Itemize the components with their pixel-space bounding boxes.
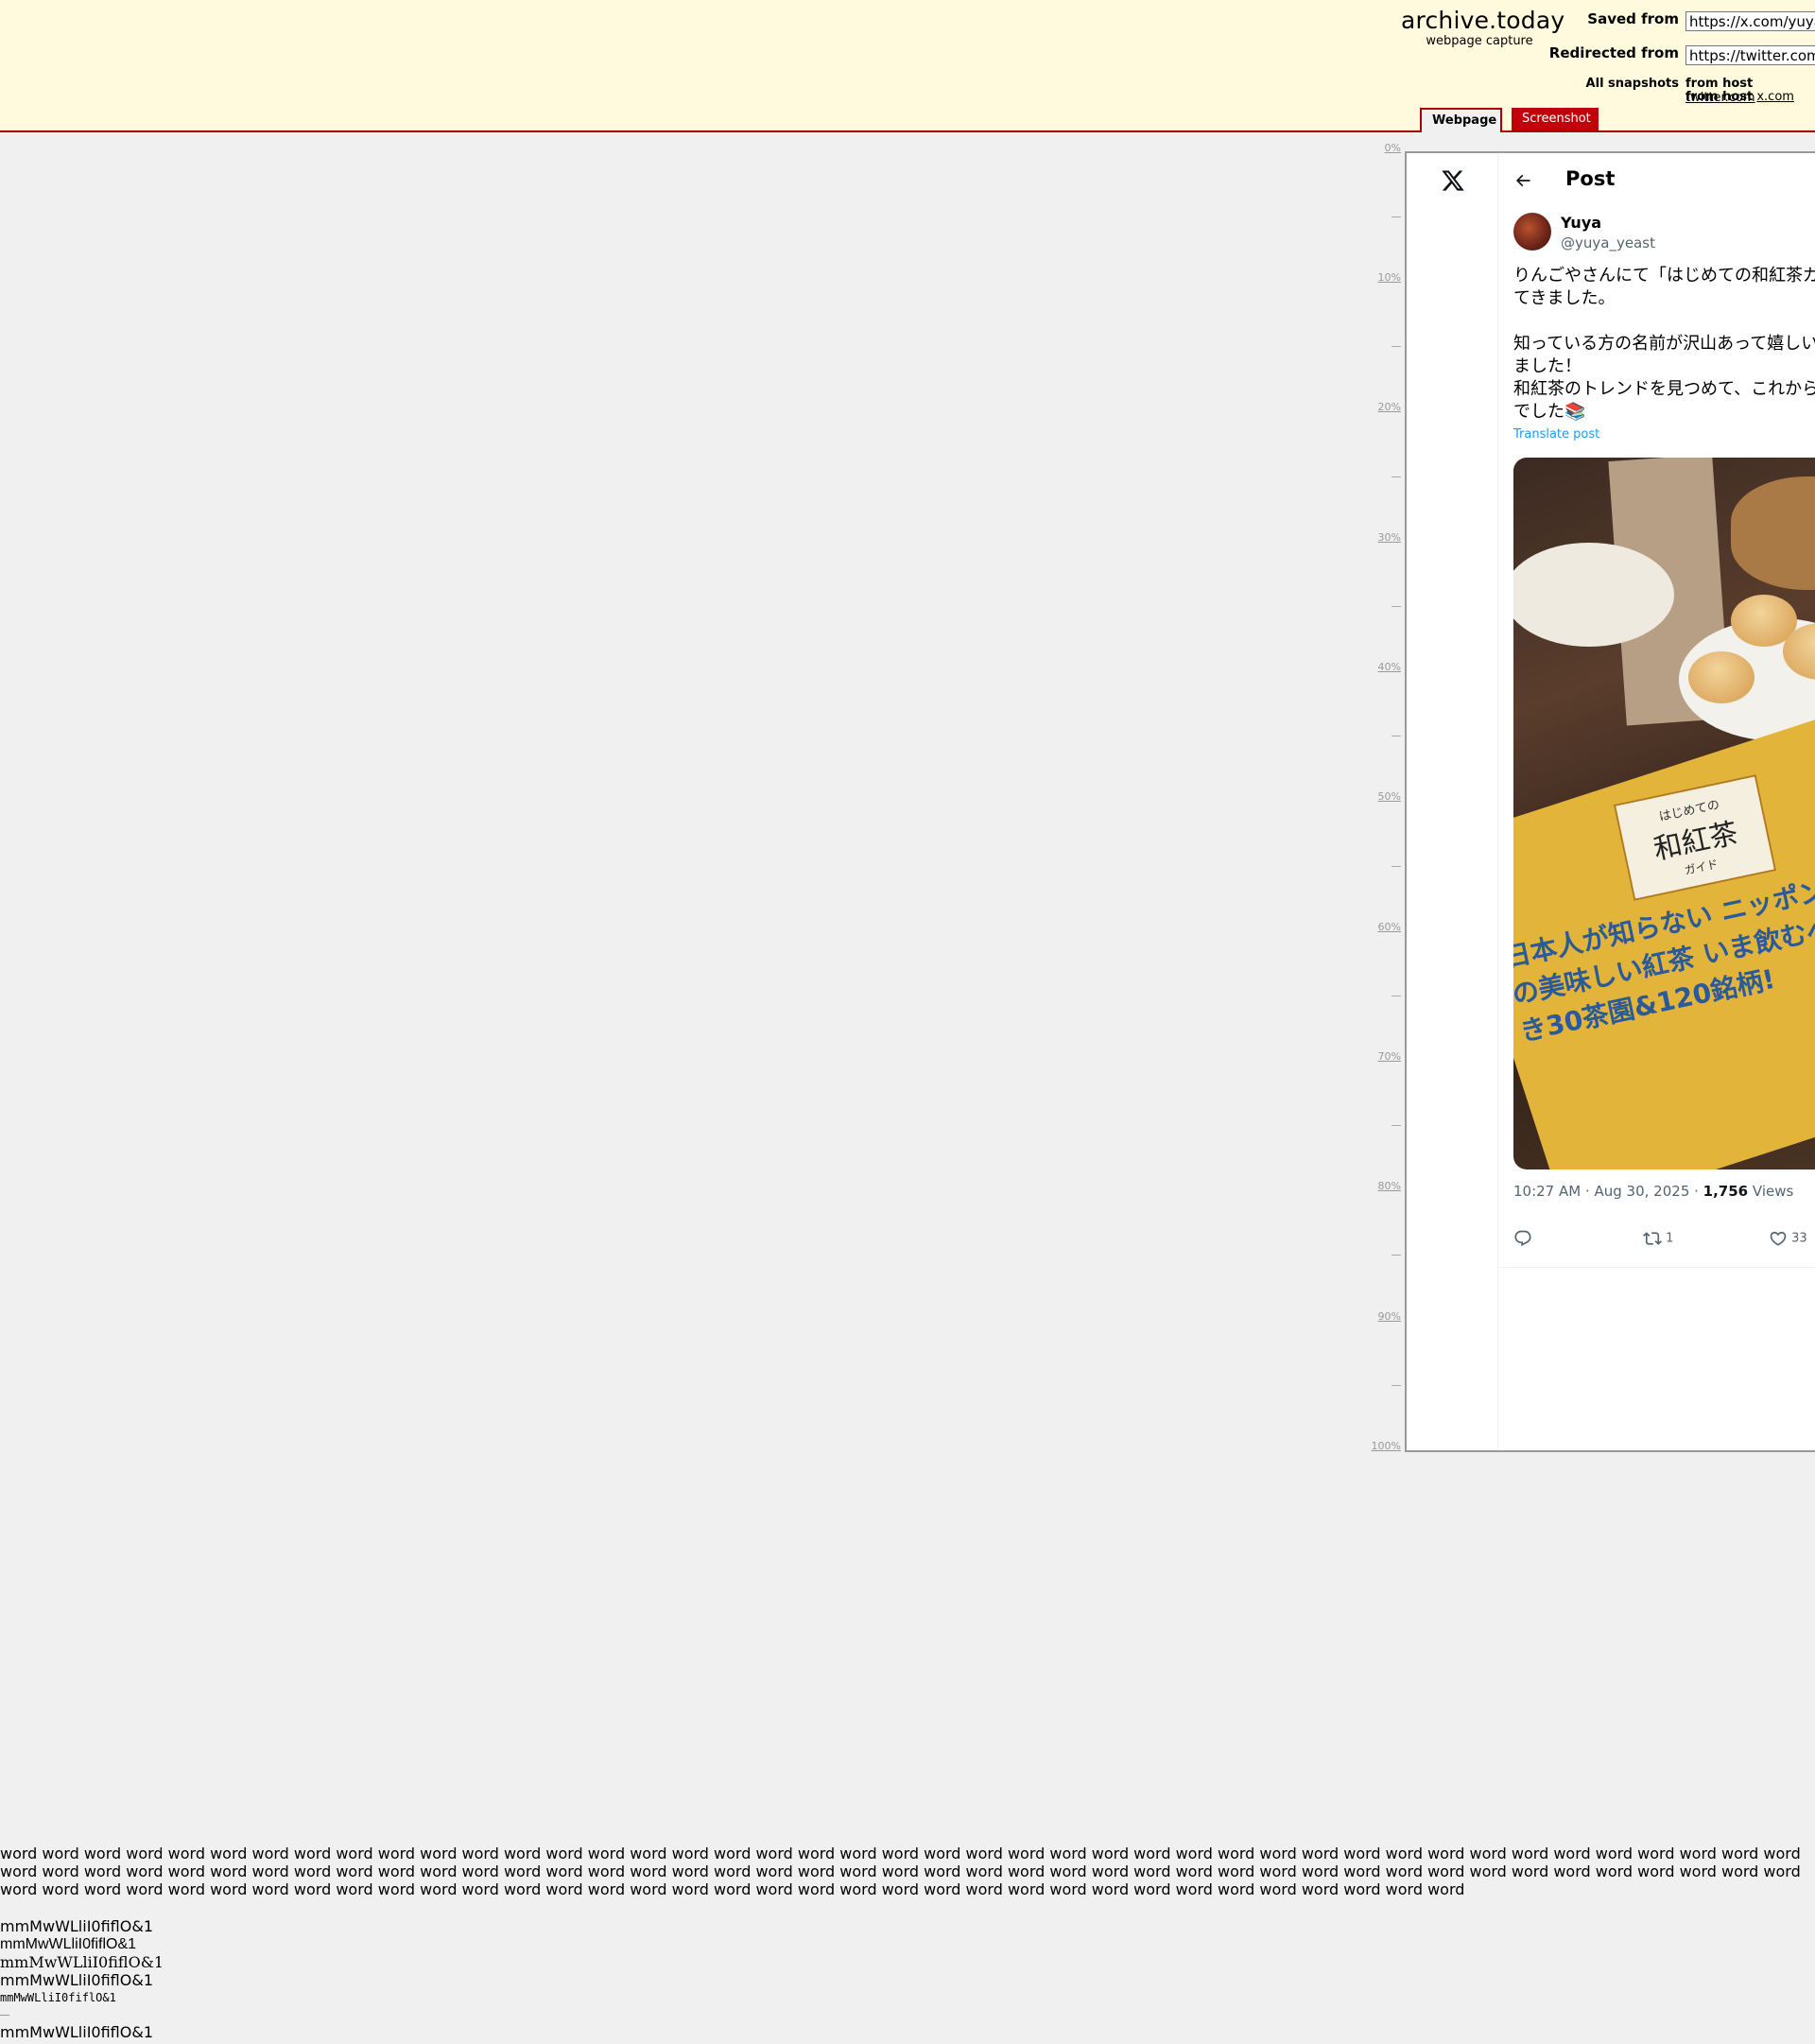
- font-sample: mmMwWLliI0fiflO&1: [0, 2023, 153, 2041]
- ruler-tick: [1392, 606, 1401, 607]
- reply-button[interactable]: [1513, 1229, 1532, 1252]
- bread-shape: [1688, 651, 1754, 703]
- repost-count: 1: [1666, 1231, 1674, 1246]
- ruler-tick: [1392, 476, 1401, 477]
- ruler-label[interactable]: 80%: [1378, 1180, 1401, 1192]
- back-arrow-icon[interactable]: [1513, 171, 1532, 190]
- tab-webpage[interactable]: Webpage: [1420, 108, 1502, 132]
- ruler-label[interactable]: 30%: [1378, 531, 1401, 544]
- from-host-label: from host: [1685, 90, 1754, 104]
- all-snapshots-label: All snapshots: [1585, 77, 1679, 91]
- ruler-tick: [1392, 1385, 1401, 1386]
- views-label: Views: [1748, 1183, 1794, 1200]
- x-logo-icon[interactable]: [1441, 168, 1465, 193]
- saved-from-input[interactable]: https://x.com/yuya_y: [1685, 11, 1815, 31]
- ruler-label[interactable]: 100%: [1372, 1440, 1401, 1452]
- redirected-from-label: Redirected from: [1548, 44, 1679, 61]
- font-sample: mmMwWLliI0fiflO&1: [0, 1953, 164, 1971]
- ruler-label[interactable]: 10%: [1378, 271, 1401, 284]
- reply-icon: [1514, 1230, 1531, 1247]
- post-header-title: Post: [1565, 167, 1616, 190]
- ruler-label[interactable]: 0%: [1385, 142, 1401, 154]
- archive-header: archive.today webpage capture Saved from…: [0, 0, 1815, 132]
- repost-button[interactable]: 1: [1643, 1229, 1673, 1248]
- ruler-label[interactable]: 70%: [1378, 1050, 1401, 1063]
- ruler-label[interactable]: 50%: [1378, 790, 1401, 803]
- font-test-samples: mmMwWLliI0fiflO&1 mmMwWLliI0fiflO&1 mmMw…: [0, 1917, 164, 2041]
- post-time[interactable]: 10:27 AM · Aug 30, 2025 ·: [1513, 1183, 1703, 1200]
- post-text: りんごやさんにて「はじめての和紅茶ガイ てきました。 知っている方の名前が沢山あ…: [1513, 266, 1815, 422]
- ruler-tick: [1392, 866, 1401, 867]
- logo-title: archive.today: [1401, 7, 1565, 34]
- user-handle[interactable]: @yuya_yeast: [1561, 234, 1655, 251]
- like-button[interactable]: 33: [1769, 1229, 1807, 1248]
- host-link-x[interactable]: x.com: [1756, 90, 1794, 104]
- from-host-label: from host: [1685, 77, 1754, 91]
- translate-post-link[interactable]: Translate post: [1513, 427, 1599, 442]
- views-count: 1,756: [1703, 1183, 1749, 1200]
- avatar[interactable]: [1513, 213, 1551, 251]
- post-actions: 1 33: [1513, 1229, 1815, 1252]
- ruler-label[interactable]: 60%: [1378, 921, 1401, 933]
- ruler-label[interactable]: 40%: [1378, 661, 1401, 673]
- post-meta: 10:27 AM · Aug 30, 2025 · 1,756 Views: [1513, 1183, 1793, 1200]
- ruler-label[interactable]: 20%: [1378, 401, 1401, 413]
- redirected-from-input[interactable]: https://twitter.com/y: [1685, 45, 1815, 65]
- word-filler-text: word word word word word word word word …: [0, 1845, 1801, 1898]
- repost-icon: [1643, 1232, 1662, 1245]
- ruler-tick: [1392, 346, 1401, 347]
- captured-page-frame: Post Yuya @yuya_yeast りんごやさんにて「はじめての和紅茶ガ…: [1405, 151, 1815, 1452]
- heart-icon: [1770, 1231, 1787, 1246]
- post-column: Post Yuya @yuya_yeast りんごやさんにて「はじめての和紅茶ガ…: [1498, 153, 1815, 1450]
- snapshot-host-row-2: from host x.com: [1685, 90, 1794, 104]
- archive-logo[interactable]: archive.today webpage capture: [1401, 7, 1565, 48]
- saved-from-label: Saved from: [1587, 10, 1679, 27]
- x-sidebar: [1407, 153, 1498, 1450]
- font-sample: mmMwWLliI0fiflO&1: [0, 1991, 116, 2004]
- post-image[interactable]: はじめての 和紅茶 ガイド 日本人が知らない ニッポンの美味しい紅茶 いま飲むべ…: [1513, 458, 1815, 1169]
- user-name[interactable]: Yuya: [1561, 214, 1601, 232]
- logo-subtitle: webpage capture: [1426, 34, 1533, 48]
- font-sample: mmMwWLliI0fiflO&1: [0, 1917, 153, 1935]
- like-count: 33: [1791, 1231, 1807, 1246]
- font-sample: mmMwWLliI0fiflO&1: [0, 1971, 153, 1989]
- font-sample: mmMwWLliI0fiflO&1: [0, 1936, 137, 1952]
- divider: [1498, 1267, 1815, 1268]
- tab-screenshot[interactable]: Screenshot: [1512, 108, 1599, 130]
- basket-shape: [1731, 476, 1815, 590]
- ruler-tick: [1392, 1255, 1401, 1256]
- ruler-tick: [1392, 1125, 1401, 1126]
- divider: [0, 2015, 9, 2016]
- ruler-label[interactable]: 90%: [1378, 1310, 1401, 1323]
